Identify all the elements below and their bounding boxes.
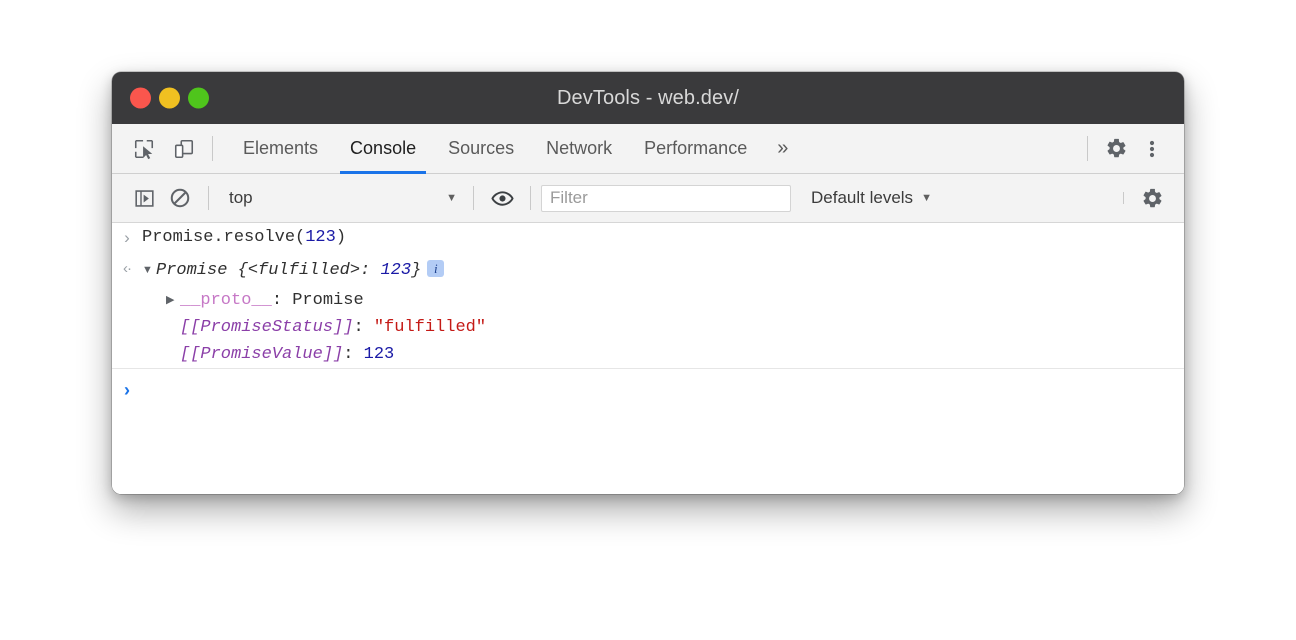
- devtools-window: DevTools - web.dev/ Elements Console Sou…: [112, 72, 1184, 494]
- return-marker-gutter: ‹·: [112, 258, 142, 277]
- property-separator: :: [353, 318, 373, 337]
- devtools-tabbar: Elements Console Sources Network Perform…: [112, 124, 1184, 174]
- input-marker-icon: ›: [124, 228, 130, 248]
- settings-gear-icon: [1105, 137, 1128, 160]
- console-result-row: ‹· ▼Promise {<fulfilled>: 123} i: [112, 255, 1184, 287]
- tab-console[interactable]: Console: [334, 124, 432, 173]
- console-result-block: ‹· ▼Promise {<fulfilled>: 123}i ▶__proto…: [112, 255, 1184, 369]
- tab-sources[interactable]: Sources: [432, 124, 530, 173]
- inspect-element-icon: [133, 138, 155, 160]
- property-separator: :: [343, 345, 363, 364]
- tab-elements[interactable]: Elements: [227, 124, 334, 173]
- minimize-window-button[interactable]: [159, 88, 180, 109]
- tabbar-right-icons: [1077, 124, 1184, 173]
- tabbar-left-icons: [112, 124, 202, 173]
- property-separator: :: [272, 291, 292, 310]
- chevron-down-icon: ▼: [446, 192, 457, 204]
- clear-console-icon: [169, 187, 191, 209]
- console-sidebar-toggle-button[interactable]: [126, 180, 162, 216]
- input-marker-gutter: ›: [112, 226, 142, 248]
- tabbar-divider: [212, 136, 213, 161]
- tab-network[interactable]: Network: [530, 124, 628, 173]
- window-titlebar: DevTools - web.dev/: [112, 72, 1184, 124]
- return-marker-icon: ‹·: [123, 260, 131, 277]
- log-level-selector[interactable]: Default levels ▼: [805, 183, 938, 213]
- property-key: [[PromiseStatus]]: [180, 318, 353, 337]
- console-sidebar-toggle-icon: [134, 188, 155, 209]
- property-value: "fulfilled": [374, 318, 486, 337]
- live-expression-button[interactable]: [484, 180, 520, 216]
- result-brace-close: }: [411, 261, 421, 280]
- console-toolbar-divider-1: [208, 186, 209, 210]
- console-settings-gear-icon: [1141, 187, 1164, 210]
- result-brace-open: {<fulfilled>:: [227, 261, 380, 280]
- property-row-promise-value: [[PromiseValue]]: 123: [112, 341, 1184, 368]
- more-options-icon: [1142, 138, 1162, 160]
- property-value: Promise: [292, 291, 363, 310]
- traffic-light-group: [130, 88, 209, 109]
- command-suffix: ): [336, 228, 346, 247]
- property-key: [[PromiseValue]]: [180, 345, 343, 364]
- maximize-window-button[interactable]: [188, 88, 209, 109]
- inspect-element-button[interactable]: [126, 131, 162, 167]
- tabbar-right-divider: [1087, 136, 1088, 161]
- result-value: 123: [380, 261, 411, 280]
- console-toolbar-divider-3: [530, 186, 531, 210]
- device-toolbar-icon: [173, 138, 195, 160]
- prompt-marker-icon: ›: [112, 380, 142, 401]
- property-value: 123: [364, 345, 395, 364]
- expand-toggle-icon[interactable]: ▼: [142, 258, 156, 282]
- close-window-button[interactable]: [130, 88, 151, 109]
- console-command-text: Promise.resolve(123): [142, 226, 1184, 250]
- result-type-name: Promise: [156, 261, 227, 280]
- console-toolbar-divider-4: [1123, 192, 1124, 204]
- more-tabs-button[interactable]: »: [763, 124, 802, 173]
- eye-icon: [491, 187, 514, 210]
- command-argument: 123: [305, 228, 336, 247]
- execution-context-value: top: [229, 188, 438, 208]
- execution-context-selector[interactable]: top ▼: [219, 183, 463, 213]
- expand-toggle-icon[interactable]: ▶: [166, 287, 180, 314]
- console-toolbar-right: [1113, 180, 1184, 216]
- console-filter-input[interactable]: [541, 185, 791, 212]
- console-prompt-row[interactable]: ›: [112, 369, 1184, 405]
- device-toolbar-button[interactable]: [166, 131, 202, 167]
- console-toolbar-divider-2: [473, 186, 474, 210]
- property-row-proto[interactable]: ▶__proto__: Promise: [112, 287, 1184, 314]
- command-prefix: Promise.resolve(: [142, 228, 305, 247]
- console-toolbar: top ▼ Default levels ▼: [112, 174, 1184, 223]
- clear-console-button[interactable]: [162, 180, 198, 216]
- console-result-text: ▼Promise {<fulfilled>: 123} i: [142, 258, 1184, 283]
- console-input-row: › Promise.resolve(123): [112, 223, 1184, 255]
- console-output-area[interactable]: › Promise.resolve(123) ‹· ▼Promise {<ful…: [112, 223, 1184, 494]
- info-icon[interactable]: i: [427, 260, 444, 277]
- log-level-label: Default levels: [811, 188, 913, 208]
- console-settings-button[interactable]: [1134, 180, 1170, 216]
- property-key: __proto__: [180, 291, 272, 310]
- chevron-down-icon: ▼: [921, 192, 932, 204]
- devtools-more-options-button[interactable]: [1134, 131, 1170, 167]
- tab-performance[interactable]: Performance: [628, 124, 763, 173]
- property-row-promise-status: [[PromiseStatus]]: "fulfilled": [112, 314, 1184, 341]
- tab-list: Elements Console Sources Network Perform…: [227, 124, 802, 173]
- devtools-settings-button[interactable]: [1098, 131, 1134, 167]
- window-title: DevTools - web.dev/: [112, 87, 1184, 110]
